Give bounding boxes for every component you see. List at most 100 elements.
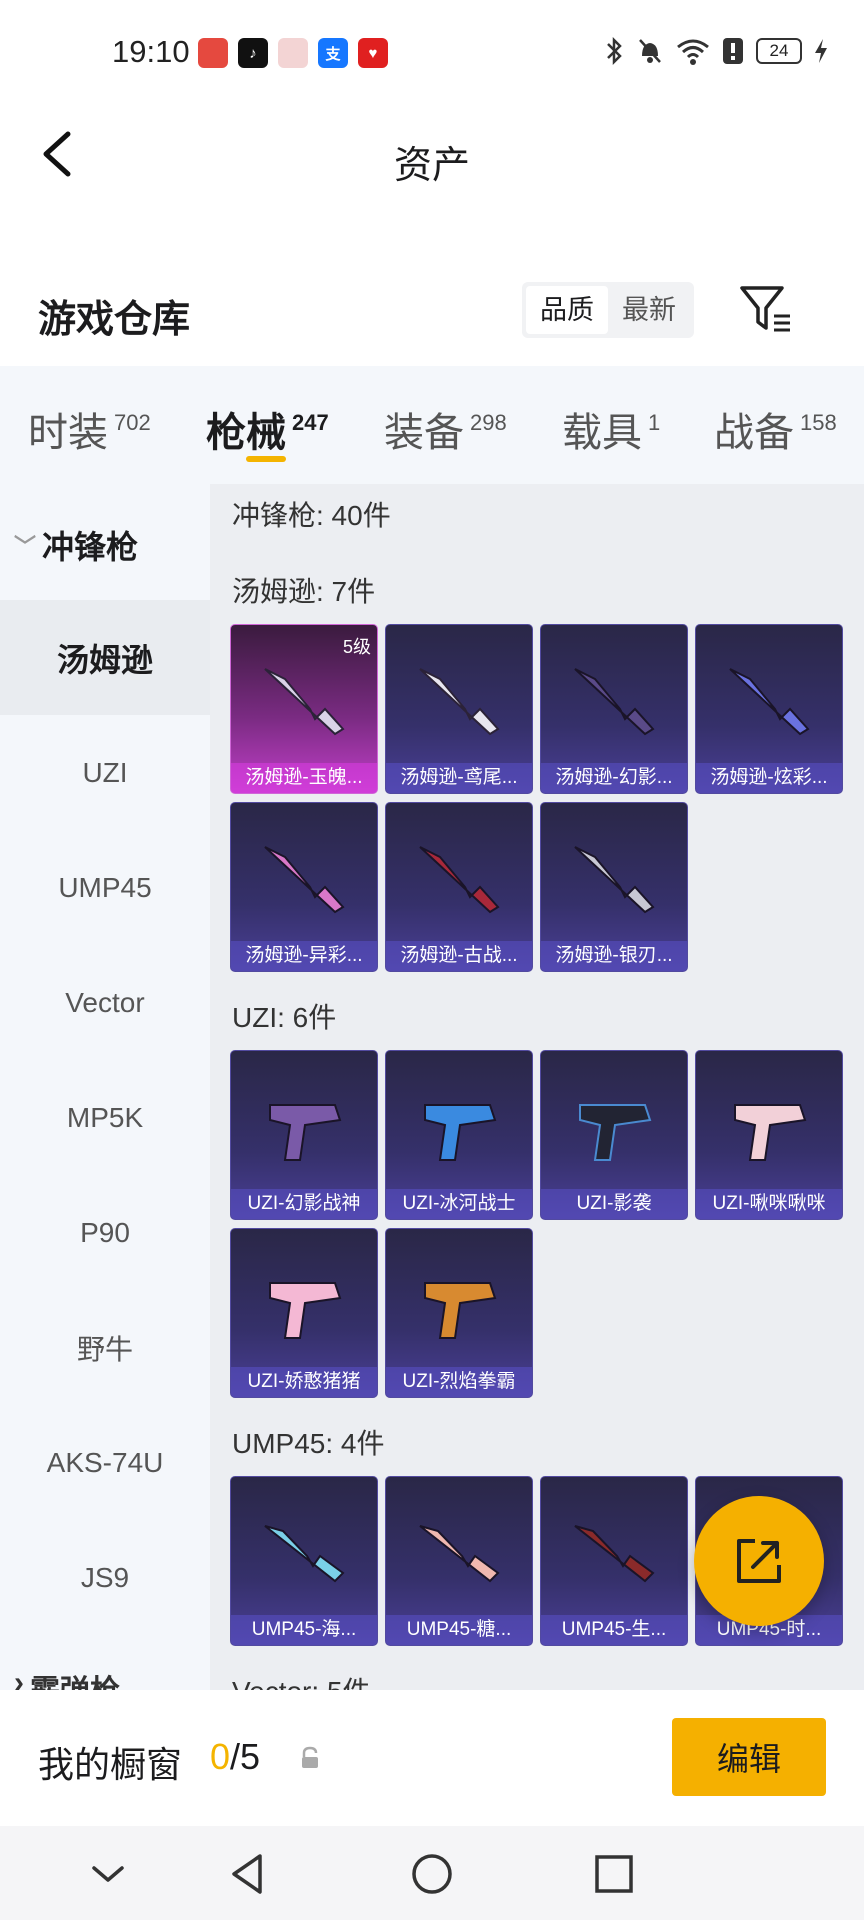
tab-label: 载具 — [562, 411, 642, 455]
weapon-card[interactable]: UMP45-海... — [230, 1476, 378, 1646]
nav-back-icon[interactable] — [222, 1848, 274, 1900]
weapon-name: 汤姆逊-幻影... — [541, 763, 687, 793]
tab-outfit[interactable]: 时装 702 — [28, 400, 151, 458]
tab-count: 247 — [292, 410, 329, 435]
tab-firearms[interactable]: 枪械 247 — [206, 400, 329, 458]
weapon-card[interactable]: 汤姆逊-幻影... — [540, 624, 688, 794]
charging-icon — [815, 39, 827, 63]
weapon-card[interactable]: 5级 汤姆逊-玉魄... — [230, 624, 378, 794]
alert-icon — [723, 38, 743, 64]
nav-home-icon[interactable] — [406, 1848, 458, 1900]
section-title-uzi: UZI: 6件 — [232, 1002, 337, 1033]
page-title: 资产 — [393, 145, 470, 187]
tab-label: 装备 — [384, 411, 464, 455]
weapon-card[interactable]: UZI-冰河战士 — [385, 1050, 533, 1220]
weapon-card[interactable]: 汤姆逊-古战... — [385, 802, 533, 972]
status-time: 19:10 — [112, 34, 190, 69]
showcase-bar: 我的橱窗 0/5 编辑 — [0, 1690, 864, 1826]
nav-recents-icon[interactable] — [588, 1848, 640, 1900]
alipay-app-icon: 支 — [318, 38, 348, 68]
sort-quality-option[interactable]: 品质 — [526, 286, 608, 334]
gun-icon — [264, 846, 345, 914]
weapon-card[interactable]: 汤姆逊-鸢尾... — [385, 624, 533, 794]
tab-count: 702 — [114, 410, 151, 435]
gun-icon — [579, 1104, 652, 1161]
gun-icon — [729, 668, 810, 736]
status-indicators: 24 — [604, 36, 828, 66]
weapon-name: UMP45-生... — [541, 1615, 687, 1645]
weapon-name: 汤姆逊-鸢尾... — [386, 763, 532, 793]
sidebar-item-p90[interactable]: P90 — [0, 1175, 210, 1290]
weapon-name: UZI-影袭 — [541, 1189, 687, 1219]
gun-icon — [264, 1525, 345, 1583]
bluetooth-icon — [607, 36, 622, 66]
section-title-thompson: 汤姆逊: 7件 — [232, 576, 376, 607]
sidebar-item-ump45[interactable]: UMP45 — [0, 830, 210, 945]
mute-bell-icon — [639, 39, 661, 63]
category-tabs: 时装 702 枪械 247 装备 298 载具 1 战备 158 — [0, 366, 864, 484]
edit-button[interactable]: 编辑 — [672, 1718, 826, 1796]
weapon-card[interactable]: UMP45-糖... — [385, 1476, 533, 1646]
weapon-name: UZI-幻影战神 — [231, 1189, 377, 1219]
gun-icon — [264, 668, 345, 736]
wifi-icon — [677, 39, 709, 65]
category-label: 霰弹枪 — [30, 1666, 120, 1690]
category-header-shotgun[interactable]: ›霰弹枪 — [14, 1666, 120, 1690]
sidebar-item-vector[interactable]: Vector — [0, 945, 210, 1060]
share-fab-button[interactable] — [694, 1496, 824, 1626]
huawei-app-icon — [198, 38, 228, 68]
sort-toggle: 品质 最新 — [522, 282, 694, 338]
share-icon — [737, 1539, 781, 1583]
weapon-name: UZI-冰河战士 — [386, 1189, 532, 1219]
section-title-vector: Vector: 5件 — [232, 1670, 371, 1690]
gun-icon — [424, 1282, 497, 1339]
gun-icon — [574, 1525, 655, 1583]
sidebar-item-mp5k[interactable]: MP5K — [0, 1060, 210, 1175]
weapon-card[interactable]: 汤姆逊-银刃... — [540, 802, 688, 972]
tab-label: 战备 — [714, 411, 794, 455]
weapon-card[interactable]: UZI-影袭 — [540, 1050, 688, 1220]
active-tab-indicator — [246, 456, 286, 462]
gun-icon — [424, 1104, 497, 1161]
lock-icon — [302, 1746, 318, 1768]
weapon-name: 汤姆逊-玉魄... — [231, 763, 377, 793]
weapon-name: UMP45-糖... — [386, 1615, 532, 1645]
chevron-right-icon: › — [14, 1666, 24, 1690]
tab-vehicles[interactable]: 载具 1 — [562, 400, 660, 458]
gun-icon — [734, 1104, 807, 1161]
status-bar: 19:10 ♪ 支 ♥ 24 — [0, 0, 864, 104]
weapon-name: UZI-娇憨猪猪 — [231, 1367, 377, 1397]
weapon-card[interactable]: UZI-幻影战神 — [230, 1050, 378, 1220]
weapon-card[interactable]: UZI-啾咪啾咪 — [695, 1050, 843, 1220]
weapon-name: UZI-啾咪啾咪 — [696, 1189, 842, 1219]
showcase-label: 我的橱窗 — [38, 1744, 183, 1785]
sidebar-item-aks74u[interactable]: AKS-74U — [0, 1405, 210, 1520]
filter-icon[interactable] — [738, 282, 794, 338]
weapon-name: 汤姆逊-银刃... — [541, 941, 687, 971]
sidebar-item-bizon[interactable]: 野牛 — [0, 1290, 210, 1405]
category-label: 冲锋枪 — [42, 529, 139, 565]
showcase-total: /5 — [230, 1736, 261, 1777]
battery-indicator: 24 — [756, 38, 802, 64]
tab-label: 枪械 — [206, 411, 286, 455]
weapon-card[interactable]: UMP45-生... — [540, 1476, 688, 1646]
weapon-name: UMP45-海... — [231, 1615, 377, 1645]
tab-supplies[interactable]: 战备 158 — [714, 400, 837, 458]
sort-newest-option[interactable]: 最新 — [608, 286, 690, 334]
sidebar-item-thompson[interactable]: 汤姆逊 — [0, 600, 210, 715]
weapon-card[interactable]: UZI-烈焰拳霸 — [385, 1228, 533, 1398]
weapon-card[interactable]: 汤姆逊-炫彩... — [695, 624, 843, 794]
category-header-smg[interactable]: ﹀ 冲锋枪 — [14, 522, 138, 568]
sidebar-item-uzi[interactable]: UZI — [0, 715, 210, 830]
tab-equipment[interactable]: 装备 298 — [384, 400, 507, 458]
sidebar-item-js9[interactable]: JS9 — [0, 1520, 210, 1635]
chevron-down-icon: ﹀ — [14, 534, 37, 559]
chevron-down-icon[interactable] — [82, 1848, 134, 1900]
category-total: 冲锋枪: 40件 — [232, 500, 391, 531]
gun-icon — [269, 1282, 342, 1339]
weapon-type-sidebar: ﹀ 冲锋枪 汤姆逊 UZI UMP45 Vector MP5K P90 野牛 AK… — [0, 484, 210, 1690]
weapon-card[interactable]: UZI-娇憨猪猪 — [230, 1228, 378, 1398]
system-nav-bar — [0, 1826, 864, 1920]
weapon-card[interactable]: 汤姆逊-异彩... — [230, 802, 378, 972]
showcase-used: 0 — [210, 1736, 231, 1777]
